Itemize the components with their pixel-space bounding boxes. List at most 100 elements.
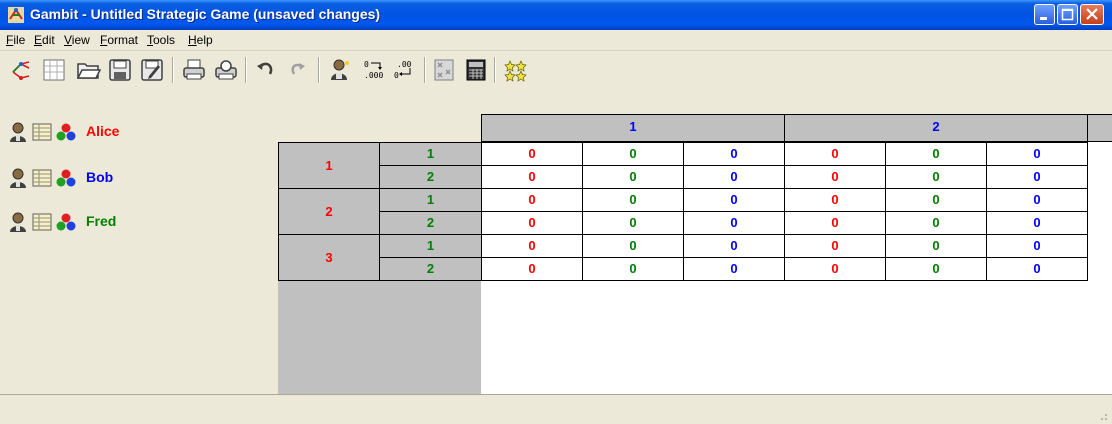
player-icon[interactable] — [8, 168, 28, 188]
payoff-cell[interactable]: 0 — [885, 211, 987, 235]
save-icon — [109, 59, 131, 81]
menu-view[interactable]: View — [64, 33, 90, 47]
fred-strategy-label[interactable]: 2 — [379, 165, 482, 189]
player-icon[interactable] — [8, 122, 28, 142]
strategy-table-icon[interactable] — [32, 212, 52, 232]
print-preview-button[interactable] — [212, 56, 240, 84]
payoff-cell[interactable]: 0 — [582, 211, 684, 235]
menu-help[interactable]: Help — [188, 33, 213, 47]
payoff-cell[interactable]: 0 — [481, 211, 583, 235]
save-button[interactable] — [106, 56, 134, 84]
payoff-cell[interactable]: 0 — [784, 211, 886, 235]
payoff-cell[interactable]: 0 — [683, 211, 785, 235]
add-player-button[interactable] — [326, 56, 354, 84]
rational-format-icon: .00 0 — [394, 60, 412, 80]
player-color-icon[interactable] — [56, 122, 76, 142]
payoff-cell[interactable]: 0 — [885, 142, 987, 166]
menu-format[interactable]: Format — [100, 33, 138, 47]
new-tree-button[interactable] — [8, 56, 36, 84]
payoff-cell[interactable]: 0 — [986, 211, 1088, 235]
dominance-icon — [434, 59, 454, 81]
payoff-cell[interactable]: 0 — [784, 165, 886, 189]
equilibria-button[interactable] — [502, 56, 530, 84]
menu-bar: File Edit View Format Tools Help — [0, 30, 1112, 51]
decimal-format-button[interactable]: 0 .000 — [360, 56, 388, 84]
payoff-cell[interactable]: 0 — [986, 165, 1088, 189]
new-table-button[interactable] — [40, 56, 68, 84]
payoff-cell[interactable]: 0 — [481, 257, 583, 281]
strategy-table-icon[interactable] — [32, 122, 52, 142]
payoff-cell[interactable]: 0 — [582, 188, 684, 212]
maximize-button[interactable] — [1057, 4, 1078, 25]
open-button[interactable] — [74, 56, 102, 84]
menu-edit[interactable]: Edit — [34, 33, 55, 47]
close-button[interactable] — [1080, 4, 1104, 25]
toolbar-separator — [494, 57, 496, 83]
alice-strategy-label[interactable]: 2 — [278, 188, 380, 235]
payoff-cell[interactable]: 0 — [885, 257, 987, 281]
menu-tools[interactable]: Tools — [147, 33, 175, 47]
player-name-bob[interactable]: Bob — [86, 169, 113, 185]
payoff-cell[interactable]: 0 — [885, 165, 987, 189]
payoff-cell[interactable]: 0 — [986, 142, 1088, 166]
resize-grip-icon[interactable] — [1098, 411, 1108, 421]
minimize-icon — [1040, 17, 1047, 20]
payoff-cell[interactable]: 0 — [986, 188, 1088, 212]
toolbar: 0 .000 .00 0 — [0, 51, 1112, 91]
alice-strategy-label[interactable]: 3 — [278, 234, 380, 281]
table-row: 1 1 0 0 0 0 0 0 — [278, 142, 1088, 189]
minimize-button[interactable] — [1034, 4, 1055, 25]
fred-strategy-label[interactable]: 1 — [379, 188, 482, 212]
payoff-cell[interactable]: 0 — [986, 234, 1088, 258]
fred-strategy-label[interactable]: 2 — [379, 257, 482, 281]
title-bar[interactable]: Gambit - Untitled Strategic Game (unsave… — [0, 0, 1112, 30]
payoff-cell[interactable]: 0 — [481, 165, 583, 189]
equilibria-icon — [504, 60, 527, 82]
column-strategy-header[interactable]: 1 — [481, 114, 785, 142]
payoff-cell[interactable]: 0 — [683, 234, 785, 258]
payoff-cell[interactable]: 0 — [784, 234, 886, 258]
calculator-button[interactable] — [462, 56, 490, 84]
payoff-cell[interactable]: 0 — [885, 234, 987, 258]
print-button[interactable] — [180, 56, 208, 84]
strategy-table-icon[interactable] — [32, 168, 52, 188]
svg-text:0: 0 — [394, 71, 399, 80]
undo-button[interactable] — [252, 56, 280, 84]
payoff-cell[interactable]: 0 — [683, 188, 785, 212]
svg-text:0: 0 — [364, 60, 369, 69]
payoff-cell[interactable]: 0 — [986, 257, 1088, 281]
payoff-cell[interactable]: 0 — [582, 234, 684, 258]
payoff-cell[interactable]: 0 — [683, 142, 785, 166]
new-tree-icon — [12, 61, 30, 80]
player-color-icon[interactable] — [56, 168, 76, 188]
payoff-cell[interactable]: 0 — [784, 142, 886, 166]
payoff-cell[interactable]: 0 — [582, 142, 684, 166]
payoff-cell[interactable]: 0 — [683, 257, 785, 281]
alice-strategy-label[interactable]: 1 — [278, 142, 380, 189]
rational-format-button[interactable]: .00 0 — [390, 56, 418, 84]
payoff-cell[interactable]: 0 — [784, 188, 886, 212]
player-icon[interactable] — [8, 212, 28, 232]
payoff-cell[interactable]: 0 — [683, 165, 785, 189]
calculator-icon — [466, 59, 486, 81]
payoff-cell[interactable]: 0 — [784, 257, 886, 281]
payoff-cell[interactable]: 0 — [481, 188, 583, 212]
menu-file[interactable]: File — [6, 33, 25, 47]
player-name-fred[interactable]: Fred — [86, 213, 116, 229]
player-name-alice[interactable]: Alice — [86, 123, 119, 139]
save-as-button[interactable] — [138, 56, 166, 84]
redo-button[interactable] — [284, 56, 312, 84]
payoff-cell[interactable]: 0 — [481, 142, 583, 166]
payoff-cell[interactable]: 0 — [481, 234, 583, 258]
payoff-cell[interactable]: 0 — [582, 165, 684, 189]
toolbar-separator — [424, 57, 426, 83]
payoff-cell[interactable]: 0 — [582, 257, 684, 281]
fred-strategy-label[interactable]: 1 — [379, 234, 482, 258]
fred-strategy-label[interactable]: 1 — [379, 142, 482, 166]
payoff-cell[interactable]: 0 — [885, 188, 987, 212]
column-strategy-header[interactable]: 2 — [784, 114, 1088, 142]
table-row: 2 0 0 0 0 0 0 — [279, 211, 1088, 235]
fred-strategy-label[interactable]: 2 — [379, 211, 482, 235]
player-color-icon[interactable] — [56, 212, 76, 232]
dominance-button[interactable] — [430, 56, 458, 84]
